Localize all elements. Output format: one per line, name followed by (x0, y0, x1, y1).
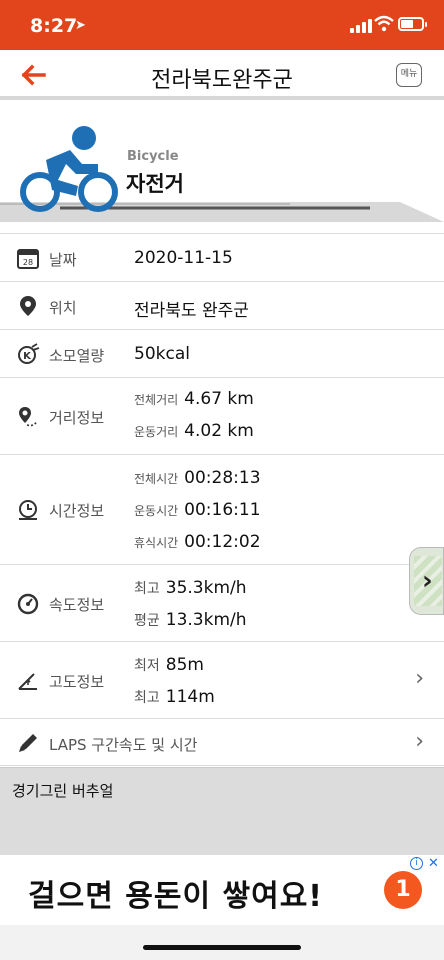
row-date: 28 날짜 2020-11-15 (0, 233, 444, 281)
time-rest: 휴식시간 00:12:02 (134, 532, 261, 552)
speed-avg: 평균 13.3km/h (134, 610, 247, 630)
distance-total: 전체거리 4.67 km (134, 389, 254, 409)
speed-avg-label: 평균 (134, 613, 160, 629)
time-total: 전체시간 00:28:13 (134, 468, 261, 488)
distance-route-icon (19, 407, 38, 427)
home-indicator-area (0, 925, 444, 960)
activity-type-en: Bicycle (127, 149, 179, 164)
map-pin-icon (20, 296, 36, 316)
row-distance: 거리정보 전체거리 4.67 km 운동거리 4.02 km (0, 377, 444, 454)
altitude-max-label: 최고 (134, 690, 160, 706)
map-drawer-handle[interactable]: › (409, 547, 444, 615)
distance-label: 거리정보 (49, 409, 105, 427)
speedometer-icon (17, 593, 39, 615)
altitude-max: 최고 114m (134, 687, 215, 707)
ad-close-icon[interactable]: ✕ (428, 856, 439, 871)
location-value: 전라북도 완주군 (134, 301, 249, 321)
date-value: 2020-11-15 (134, 248, 233, 268)
row-location: 위치 전라북도 완주군 (0, 281, 444, 329)
status-time: 8:27 (30, 15, 78, 37)
distance-total-label: 전체거리 (134, 393, 179, 407)
wifi-icon (374, 15, 394, 32)
altitude-label: 고도정보 (49, 673, 105, 691)
row-time: 시간정보 전체시간 00:28:13 운동시간 00:16:11 휴식시간 00:12… (0, 454, 444, 564)
altitude-min-value: 85m (165, 655, 204, 675)
speed-label: 속도정보 (49, 596, 105, 614)
ad-badge: 1 (384, 871, 422, 909)
time-rest-label: 휴식시간 (134, 536, 179, 550)
chevron-right-icon: › (415, 666, 424, 691)
info-list: 28 날짜 2020-11-15 위치 전라북도 완주군 K 소모열량 50kc… (0, 233, 444, 766)
ad-banner[interactable]: 걸으면 용돈이 쌓여요! 1 i ✕ (0, 855, 444, 925)
location-label: 위치 (49, 299, 77, 317)
home-indicator[interactable] (143, 945, 301, 950)
time-total-value: 00:28:13 (184, 468, 261, 488)
row-speed: 속도정보 최고 35.3km/h 평균 13.3km/h (0, 564, 444, 641)
calories-value: 50kcal (134, 344, 190, 364)
location-arrow-icon: ➤ (75, 18, 86, 33)
chevron-right-icon: › (415, 729, 424, 754)
activity-header: Bicycle 자전거 (0, 104, 444, 232)
cellular-signal-icon (350, 19, 372, 33)
ad-text: 걸으면 용돈이 쌓여요! (28, 879, 323, 914)
battery-icon (398, 17, 427, 31)
speed-max-label: 최고 (134, 581, 160, 597)
distance-total-value: 4.67 km (184, 389, 254, 409)
time-rest-value: 00:12:02 (184, 532, 261, 552)
pencil-icon (19, 734, 37, 752)
ad-info-icon[interactable]: i (410, 857, 423, 870)
svg-text:28: 28 (23, 258, 33, 267)
speed-max: 최고 35.3km/h (134, 578, 247, 598)
altitude-icon (18, 673, 37, 690)
altitude-max-value: 114m (165, 687, 215, 707)
footer-section: 경기그린 버추얼 (0, 767, 444, 855)
status-bar: 8:27 ➤ (0, 0, 444, 50)
clock-icon (19, 500, 37, 520)
time-label: 시간정보 (49, 502, 105, 520)
calendar-icon: 28 (17, 249, 39, 269)
calories-label: 소모열량 (49, 347, 105, 365)
nav-bar: 전라북도완주군 메뉴 (0, 50, 444, 100)
row-calories: K 소모열량 50kcal (0, 329, 444, 377)
distance-moving: 운동거리 4.02 km (134, 421, 254, 441)
laps-label: LAPS 구간속도 및 시간 (49, 736, 198, 754)
altitude-min: 최저 85m (134, 655, 204, 675)
calorie-icon: K (18, 343, 40, 364)
page-title: 전라북도완주군 (151, 68, 293, 93)
distance-moving-label: 운동거리 (134, 425, 179, 439)
time-moving-label: 운동시간 (134, 504, 179, 518)
row-laps[interactable]: LAPS 구간속도 및 시간 › (0, 718, 444, 766)
altitude-min-label: 최저 (134, 658, 160, 674)
time-moving-value: 00:16:11 (184, 500, 261, 520)
date-label: 날짜 (49, 251, 77, 269)
time-moving: 운동시간 00:16:11 (134, 500, 261, 520)
footer-section-title: 경기그린 버추얼 (12, 782, 114, 800)
bicycle-icon (20, 126, 118, 212)
row-altitude[interactable]: 고도정보 최저 85m 최고 114m › (0, 641, 444, 718)
activity-type-ko: 자전거 (126, 172, 184, 196)
chevron-right-icon: › (422, 566, 433, 596)
speed-avg-value: 13.3km/h (165, 610, 247, 630)
speed-max-value: 35.3km/h (165, 578, 247, 598)
svg-text:K: K (23, 351, 32, 362)
time-total-label: 전체시간 (134, 472, 179, 486)
distance-moving-value: 4.02 km (184, 421, 254, 441)
menu-button[interactable]: 메뉴 (396, 63, 422, 87)
